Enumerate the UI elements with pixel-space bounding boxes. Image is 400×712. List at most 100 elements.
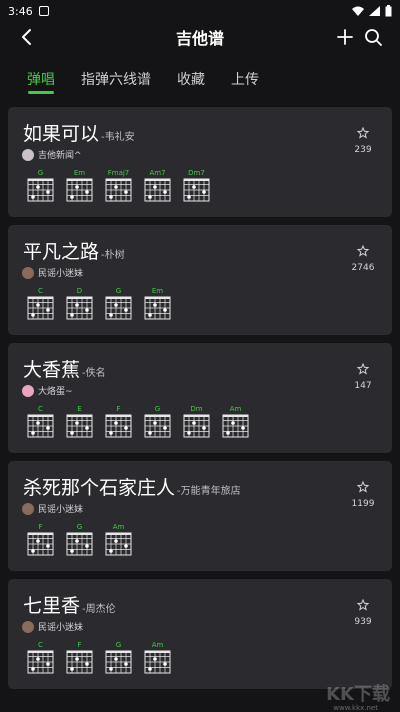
favorite-button[interactable]: 147 xyxy=(348,360,378,391)
tab-favorites[interactable]: 收藏 xyxy=(177,60,205,94)
chord[interactable]: F xyxy=(27,523,54,556)
star-icon xyxy=(356,126,370,139)
chord[interactable]: E xyxy=(66,405,93,438)
chord-name: C xyxy=(38,641,43,649)
chord-name: Dm7 xyxy=(188,169,205,177)
uploader-name: 吉他新闻^ xyxy=(38,151,82,161)
favorite-button[interactable]: 2746 xyxy=(348,242,378,273)
tab-fingerstyle[interactable]: 指弹六线谱 xyxy=(81,60,151,94)
tab-strumming[interactable]: 弹唱 xyxy=(27,60,55,94)
chord-diagram xyxy=(66,414,93,438)
chord[interactable]: C xyxy=(27,405,54,438)
chord-diagram xyxy=(27,532,54,556)
song-list: 如果可以 - 韦礼安 吉他新闻^ 239 G Em Fmaj7 Am7 Dm7 平凡之路… xyxy=(8,107,392,697)
song-card[interactable]: 杀死那个石家庄人 - 万能青年旅店 民谣小迷妹 1199 F G Am xyxy=(8,461,392,571)
chord[interactable]: Dm xyxy=(183,405,210,438)
chord-diagram xyxy=(144,178,171,202)
star-icon xyxy=(356,362,370,375)
chord-name: Am7 xyxy=(149,169,166,177)
chord[interactable]: Em xyxy=(66,169,93,202)
chord-diagram xyxy=(27,178,54,202)
chord[interactable]: Am xyxy=(222,405,249,438)
notification-icon xyxy=(38,6,49,16)
uploader-name: 民谣小迷妹 xyxy=(38,623,84,633)
chord-diagram xyxy=(66,650,93,674)
uploader-name: 民谣小迷妹 xyxy=(38,505,84,515)
song-card[interactable]: 平凡之路 - 朴树 民谣小迷妹 2746 C D G Em xyxy=(8,225,392,335)
uploader[interactable]: 民谣小迷妹 xyxy=(22,266,83,279)
uploader-name: 大烙蛋~ xyxy=(38,387,73,397)
uploader[interactable]: 大烙蛋~ xyxy=(22,384,73,397)
song-title-row: 杀死那个石家庄人 - 万能青年旅店 xyxy=(23,473,241,500)
song-card[interactable]: 如果可以 - 韦礼安 吉他新闻^ 239 G Em Fmaj7 Am7 Dm7 xyxy=(8,107,392,217)
favorite-button[interactable]: 239 xyxy=(348,124,378,155)
song-artist: 佚名 xyxy=(85,368,106,379)
avatar xyxy=(22,148,34,161)
chord[interactable]: Am xyxy=(105,523,132,556)
chord[interactable]: F xyxy=(105,405,132,438)
uploader-name: 民谣小迷妹 xyxy=(38,269,84,279)
chord-diagram xyxy=(66,296,93,320)
search-icon[interactable] xyxy=(362,26,384,48)
chord[interactable]: G xyxy=(105,641,132,674)
chord-name: Am xyxy=(151,641,164,649)
favorite-count: 239 xyxy=(354,145,372,155)
chord[interactable]: Fmaj7 xyxy=(105,169,132,202)
chord[interactable]: D xyxy=(66,287,93,320)
song-artist: 万能青年旅店 xyxy=(180,486,241,497)
status-bar: 3:46 xyxy=(0,0,400,22)
chord[interactable]: F xyxy=(66,641,93,674)
song-artist: 周杰伦 xyxy=(85,604,116,615)
chord-list: C D G Em xyxy=(27,287,171,320)
song-title: 如果可以 xyxy=(23,123,100,145)
song-title-row: 如果可以 - 韦礼安 xyxy=(23,119,135,146)
chord[interactable]: C xyxy=(27,287,54,320)
favorite-button[interactable]: 939 xyxy=(348,596,378,627)
chord-name: G xyxy=(76,523,83,531)
status-time: 3:46 xyxy=(8,4,33,18)
chord-name: Em xyxy=(73,169,86,177)
song-title: 大香蕉 xyxy=(23,359,81,381)
uploader[interactable]: 民谣小迷妹 xyxy=(22,620,83,633)
star-icon xyxy=(356,598,370,611)
favorite-count: 939 xyxy=(354,617,372,627)
song-card[interactable]: 七里香 - 周杰伦 民谣小迷妹 939 C F G Am xyxy=(8,579,392,689)
chord-diagram xyxy=(183,178,210,202)
favorite-count: 147 xyxy=(354,381,372,391)
tab-upload[interactable]: 上传 xyxy=(231,60,259,94)
watermark: KK下载 xyxy=(326,684,390,705)
chord[interactable]: G xyxy=(105,287,132,320)
chord-diagram xyxy=(144,296,171,320)
chord-name: C xyxy=(38,405,43,413)
song-title-row: 平凡之路 - 朴树 xyxy=(23,237,125,264)
chord-name: Dm xyxy=(190,405,203,413)
add-icon[interactable] xyxy=(334,26,356,48)
favorite-button[interactable]: 1199 xyxy=(348,478,378,509)
uploader[interactable]: 民谣小迷妹 xyxy=(22,502,83,515)
back-arrow-icon[interactable] xyxy=(16,26,38,48)
chord[interactable]: G xyxy=(66,523,93,556)
song-title: 杀死那个石家庄人 xyxy=(23,477,176,499)
chord[interactable]: Dm7 xyxy=(183,169,210,202)
chord-diagram xyxy=(27,650,54,674)
battery-icon xyxy=(385,5,392,17)
song-card[interactable]: 大香蕉 - 佚名 大烙蛋~ 147 C E F G Dm Am xyxy=(8,343,392,453)
chord[interactable]: G xyxy=(144,405,171,438)
song-title-row: 七里香 - 周杰伦 xyxy=(23,591,116,618)
chord[interactable]: G xyxy=(27,169,54,202)
chord-list: C E F G Dm Am xyxy=(27,405,249,438)
chord-name: F xyxy=(38,523,43,531)
star-icon xyxy=(356,244,370,257)
chord-name: G xyxy=(115,287,122,295)
chord-diagram xyxy=(27,414,54,438)
chord-name: G xyxy=(115,641,122,649)
chord-list: F G Am xyxy=(27,523,132,556)
chord-diagram xyxy=(105,532,132,556)
uploader[interactable]: 吉他新闻^ xyxy=(22,148,82,161)
chord[interactable]: Am xyxy=(144,641,171,674)
chord[interactable]: Em xyxy=(144,287,171,320)
chord[interactable]: Am7 xyxy=(144,169,171,202)
chord[interactable]: C xyxy=(27,641,54,674)
avatar xyxy=(22,620,34,633)
page-title: 吉他谱 xyxy=(175,29,224,48)
